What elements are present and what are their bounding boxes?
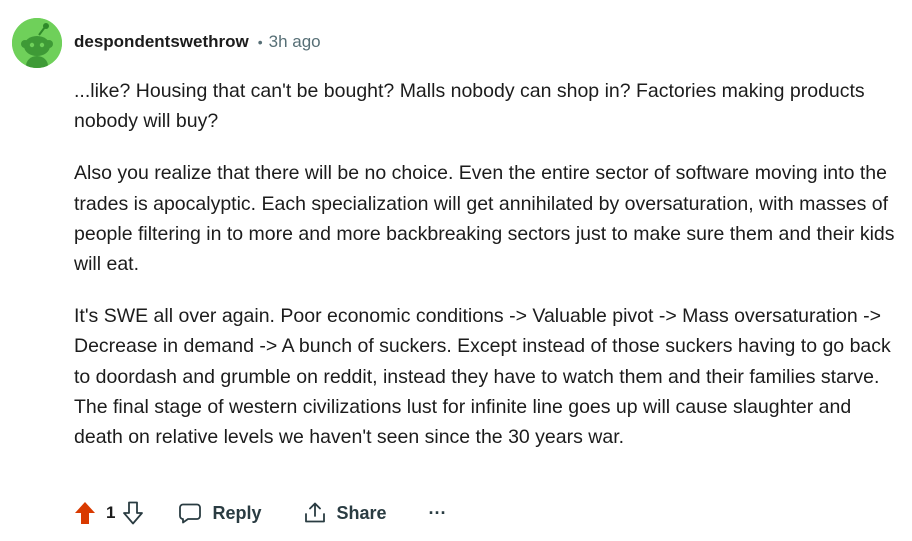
comment-action-bar: 1 Reply Share ··· (74, 497, 447, 529)
comment-timestamp[interactable]: 3h ago (269, 31, 321, 53)
snoo-avatar-icon (12, 18, 62, 68)
vote-score: 1 (106, 503, 116, 522)
comment-paragraph: ...like? Housing that can't be bought? M… (74, 80, 865, 133)
speech-bubble-icon (179, 503, 202, 524)
comment-paragraph: Also you realize that there will be no c… (74, 162, 895, 276)
more-options-button[interactable]: ··· (429, 503, 447, 524)
upvote-button[interactable] (74, 501, 96, 525)
reply-button[interactable]: Reply (178, 501, 262, 525)
comment-paragraph: It's SWE all over again. Poor economic c… (74, 305, 891, 449)
upvote-arrow-icon (75, 502, 95, 524)
share-label: Share (336, 502, 387, 523)
reply-label: Reply (212, 502, 262, 523)
vote-group: 1 (74, 501, 144, 525)
downvote-button[interactable] (122, 501, 144, 525)
user-avatar[interactable] (12, 18, 62, 68)
downvote-arrow-icon (123, 501, 144, 525)
meta-separator: • (257, 34, 263, 50)
comment-header: despondentswethrow • 3h ago (74, 31, 321, 53)
comment-body: ...like? Housing that can't be bought? M… (74, 76, 904, 474)
share-icon (304, 502, 325, 523)
share-button[interactable]: Share (303, 501, 387, 525)
comment-author[interactable]: despondentswethrow (74, 31, 249, 53)
ellipsis-icon: ··· (428, 502, 447, 523)
